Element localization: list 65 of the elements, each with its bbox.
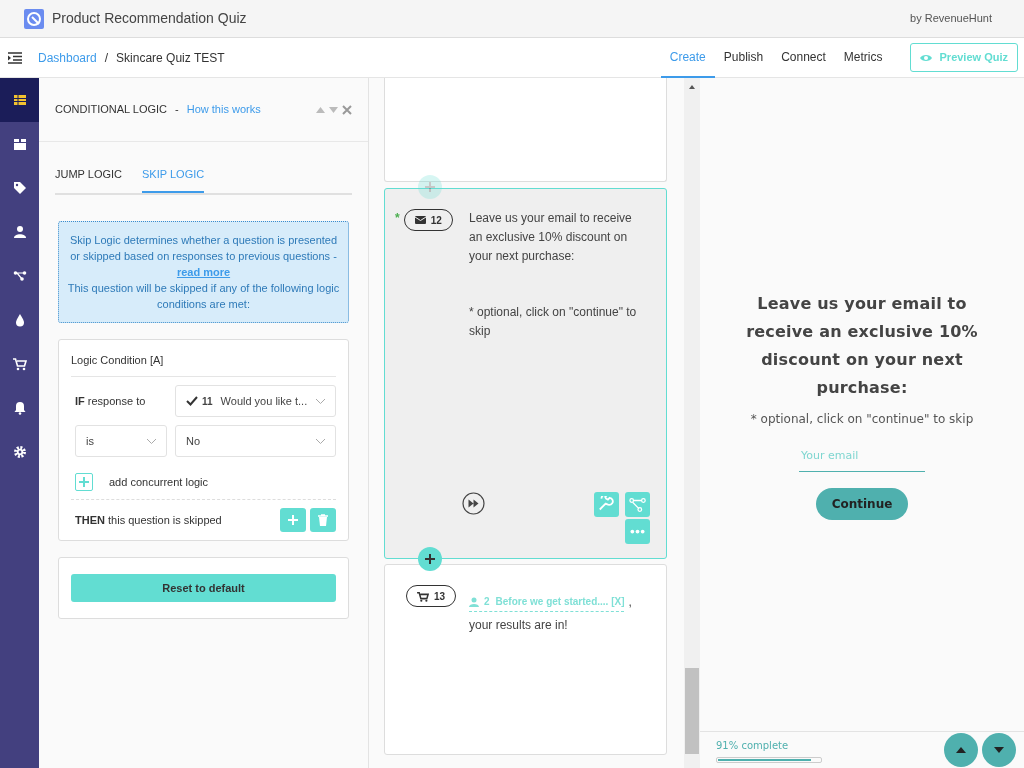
operator-select[interactable]: is — [75, 425, 167, 457]
then-label: THEN this question is skipped — [75, 512, 222, 528]
app-title: Product Recommendation Quiz — [52, 9, 247, 28]
menu-icon[interactable] — [8, 51, 22, 64]
flow-icon — [628, 495, 647, 514]
question-text: your results are in! — [469, 617, 569, 634]
previous-button[interactable] — [944, 733, 978, 767]
next-button[interactable] — [982, 733, 1016, 767]
cart-icon — [12, 357, 27, 371]
caret-up-icon — [956, 747, 966, 753]
plus-icon — [79, 477, 89, 487]
logic-tab[interactable]: JUMP LOGIC — [55, 166, 123, 193]
breadcrumb-separator: / — [104, 49, 109, 67]
user-icon — [12, 225, 27, 239]
progress-label: 91% complete — [716, 738, 790, 753]
breadcrumb-current: Skincare Quiz TEST — [116, 49, 225, 67]
panel-title: CONDITIONAL LOGIC — [55, 102, 168, 118]
scrollbar-thumb[interactable] — [685, 668, 699, 754]
caret-down-icon — [994, 747, 1004, 753]
envelope-icon — [414, 216, 426, 224]
chevron-down-icon — [316, 398, 325, 404]
check-icon — [186, 396, 198, 406]
nav-tab[interactable]: Metrics — [834, 37, 892, 78]
comma: , — [628, 594, 632, 611]
plus-icon — [288, 515, 298, 525]
question-heading: Leave us your email to receive an exclusive 10% discount on your next purchase: — [745, 293, 979, 399]
more-icon — [630, 529, 645, 534]
sidebar-item[interactable] — [0, 78, 39, 122]
eye-icon — [919, 53, 932, 62]
tag-icon — [12, 181, 27, 195]
question-text: Leave us your email to receive an exclusive 10% discount on your next purchase: — [469, 210, 633, 265]
email-input[interactable]: Your email — [799, 444, 925, 472]
scrollbar[interactable] — [684, 78, 700, 768]
close-icon[interactable] — [342, 104, 352, 115]
required-mark: * — [395, 210, 400, 227]
question-select[interactable]: 11 Would you like t... — [175, 385, 336, 417]
continue-button[interactable]: Continue — [815, 487, 909, 520]
question-card[interactable]: * 12 Leave us your email to receive an exclusive 10% discount on your next purchase: * optional, click on "continue" to skip — [384, 188, 667, 559]
table-icon — [12, 93, 27, 107]
question-note: * optional, click on "continue" to skip — [750, 411, 974, 428]
nav-tab[interactable]: Publish — [714, 37, 773, 78]
question-card[interactable]: 13 2 Before we get started.... [X] , your results are in! — [384, 564, 667, 755]
box-icon — [12, 137, 27, 151]
trash-icon — [318, 514, 328, 526]
byline: by RevenueHunt — [910, 11, 992, 27]
value-select[interactable]: No — [175, 425, 336, 457]
separator-dash: - — [175, 102, 179, 118]
nav-tab[interactable]: Connect — [772, 37, 835, 78]
reset-button[interactable]: Reset to default — [71, 574, 336, 602]
person-icon — [469, 597, 479, 608]
flow-icon — [12, 269, 27, 283]
add-logic-label: add concurrent logic — [109, 474, 209, 490]
cart-icon — [417, 590, 429, 602]
chevron-down-icon — [147, 438, 156, 444]
fast-forward-icon[interactable] — [462, 492, 485, 515]
plus-icon — [425, 182, 435, 192]
question-note: * optional, click on "continue" to skip — [469, 304, 638, 340]
settings-icon — [12, 445, 27, 459]
chevron-down-icon — [316, 438, 325, 444]
if-label: IF response to — [74, 393, 147, 409]
app-logo — [24, 8, 44, 29]
plus-icon — [425, 554, 435, 564]
bell-icon — [12, 401, 27, 415]
info-message: Skip Logic determines whether a question is presented or skipped based on responses to previous questions - read more This question will be skipped if any of the following logic conditions are met: — [58, 220, 349, 323]
condition-title: Logic Condition [A] — [71, 343, 336, 377]
